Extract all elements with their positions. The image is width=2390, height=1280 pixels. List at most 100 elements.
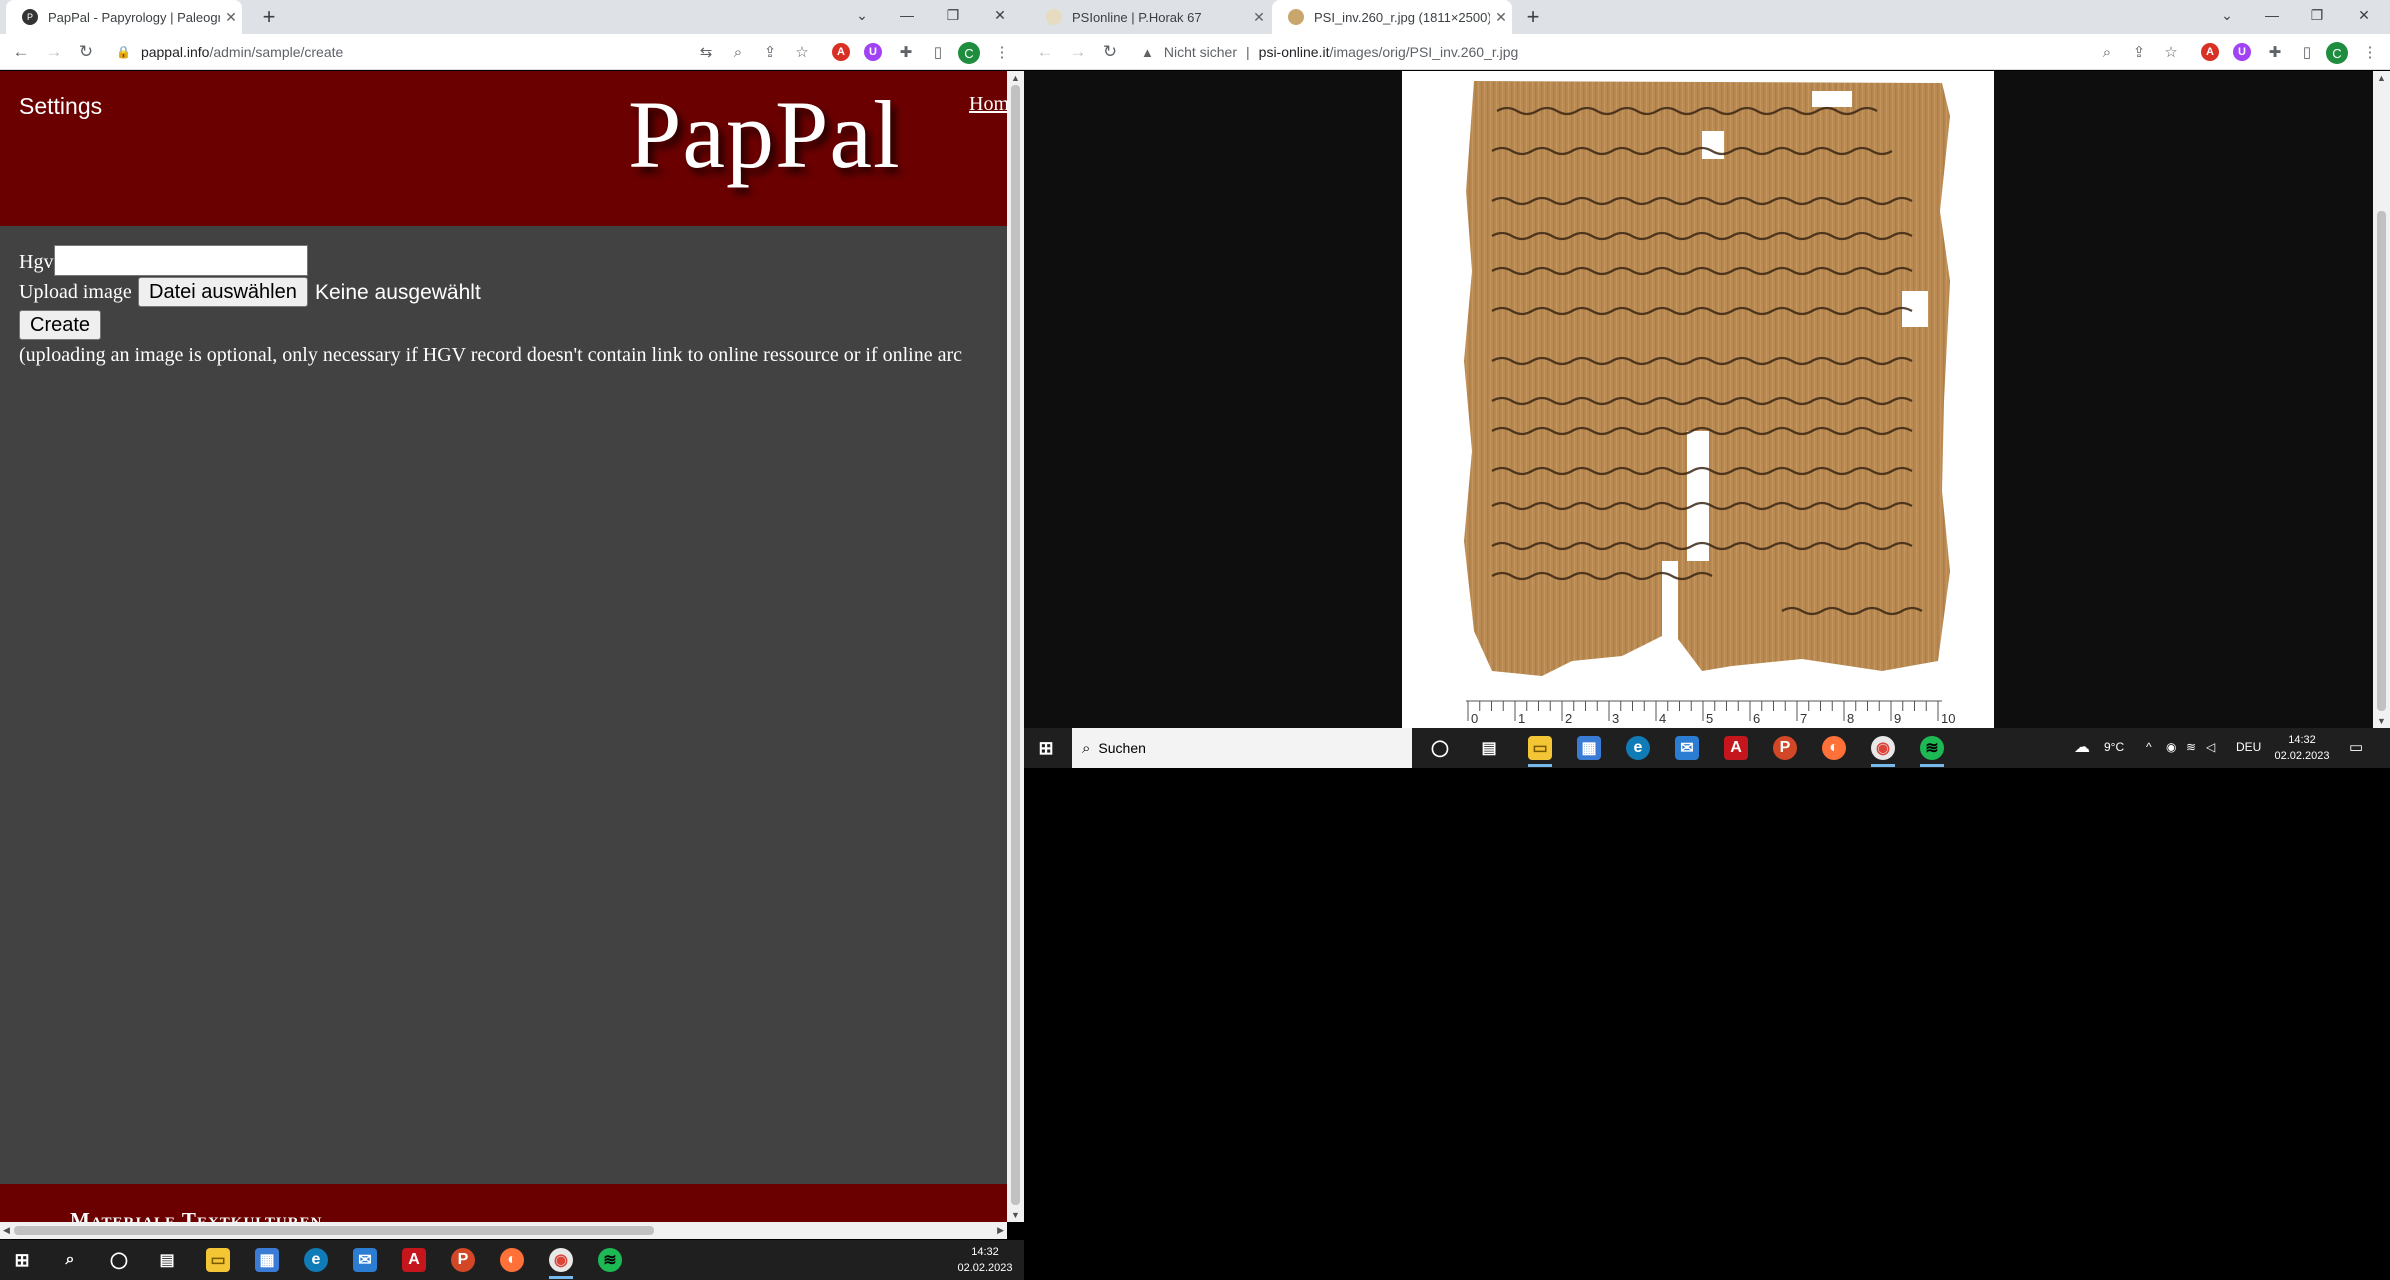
- horizontal-scrollbar[interactable]: ◀ ▶: [0, 1222, 1007, 1239]
- wifi-icon[interactable]: ≋: [2186, 740, 2196, 754]
- extension-purple-icon[interactable]: U: [864, 43, 882, 61]
- powerpoint-icon[interactable]: P: [451, 1248, 475, 1272]
- scroll-down-icon[interactable]: ▼: [2377, 716, 2386, 726]
- right-toolbar: ← → ↻ ▲ Nicht sicher | psi-online.it/ima…: [1024, 34, 2390, 70]
- language-indicator[interactable]: DEU: [2236, 740, 2261, 754]
- new-tab-button[interactable]: +: [255, 4, 283, 30]
- powerpoint-icon[interactable]: P: [1773, 736, 1797, 760]
- extensions-puzzle-icon[interactable]: ✚: [2265, 42, 2285, 62]
- pappal-logo[interactable]: PapPal: [628, 79, 901, 190]
- firefox-icon[interactable]: ◐: [1822, 736, 1846, 760]
- horizontal-scroll-thumb[interactable]: [14, 1226, 654, 1235]
- taskbar-search-box[interactable]: ⌕ Suchen: [1072, 728, 1412, 768]
- spotify-active-indicator: [1920, 764, 1944, 767]
- tab-search-button[interactable]: ⌄: [2207, 0, 2247, 30]
- papyrus-image[interactable]: 0 1 2 3 4 5 6 7 8 9 10: [1402, 71, 1994, 728]
- spotify-icon[interactable]: ≋: [598, 1248, 622, 1272]
- cortana-icon[interactable]: ◯: [107, 1248, 131, 1272]
- forward-button[interactable]: →: [38, 34, 70, 70]
- windows-start-icon[interactable]: ⊞: [10, 1248, 34, 1272]
- edge-icon[interactable]: e: [304, 1248, 328, 1272]
- clock[interactable]: 14:32 02.02.2023: [2272, 732, 2332, 764]
- task-view-icon[interactable]: ▤: [155, 1248, 179, 1272]
- restore-button[interactable]: ❐: [2297, 0, 2337, 30]
- tab-search-button[interactable]: ⌄: [842, 0, 882, 30]
- search-icon[interactable]: ⌕: [58, 1248, 82, 1272]
- bookmark-star-icon[interactable]: ☆: [792, 42, 812, 62]
- close-window-button[interactable]: ✕: [980, 0, 1020, 30]
- translate-icon[interactable]: ⇆: [696, 42, 716, 62]
- task-view-icon[interactable]: ▤: [1477, 736, 1501, 760]
- right-vertical-scrollbar[interactable]: ▲ ▼: [2373, 71, 2390, 728]
- tray-chevron-icon[interactable]: ^: [2146, 740, 2152, 754]
- extension-red-icon[interactable]: A: [2201, 43, 2219, 61]
- close-window-button[interactable]: ✕: [2344, 0, 2384, 30]
- reload-button[interactable]: ↻: [70, 34, 102, 70]
- vertical-scroll-thumb[interactable]: [2377, 211, 2386, 711]
- firefox-icon[interactable]: ◐: [500, 1248, 524, 1272]
- file-explorer-icon[interactable]: ▭: [1528, 736, 1552, 760]
- back-button[interactable]: ←: [5, 34, 37, 70]
- tab-psionline[interactable]: PSIonline | P.Horak 67 ✕: [1030, 0, 1270, 34]
- zoom-icon[interactable]: ⌕: [2097, 42, 2117, 62]
- restore-button[interactable]: ❐: [933, 0, 973, 30]
- new-tab-button[interactable]: +: [1519, 4, 1547, 30]
- zoom-icon[interactable]: ⌕: [728, 42, 748, 62]
- close-tab-icon[interactable]: ✕: [220, 9, 242, 26]
- hgv-input[interactable]: [54, 245, 308, 276]
- address-bar[interactable]: ▲ Nicht sicher | psi-online.it/images/or…: [1141, 34, 1518, 70]
- file-explorer-icon[interactable]: ▭: [206, 1248, 230, 1272]
- menu-kebab-icon[interactable]: ⋮: [2360, 42, 2380, 62]
- profile-avatar[interactable]: C: [2326, 42, 2348, 64]
- side-panel-icon[interactable]: ▯: [928, 42, 948, 62]
- edge-icon[interactable]: e: [1626, 736, 1650, 760]
- close-tab-icon[interactable]: ✕: [1490, 9, 1512, 26]
- vertical-scrollbar[interactable]: ▲ ▼: [1007, 71, 1024, 1222]
- vertical-scroll-thumb[interactable]: [1011, 85, 1020, 1205]
- share-icon[interactable]: ⇪: [2129, 42, 2149, 62]
- cortana-icon[interactable]: ◯: [1428, 736, 1452, 760]
- notifications-icon[interactable]: ▭: [2349, 738, 2363, 756]
- tab-psi-image[interactable]: PSI_inv.260_r.jpg (1811×2500) ✕: [1272, 0, 1512, 34]
- network-icon[interactable]: ◉: [2166, 740, 2176, 754]
- weather-cloud-icon[interactable]: ☁: [2074, 737, 2090, 757]
- close-tab-icon[interactable]: ✕: [1248, 9, 1270, 26]
- choose-file-button[interactable]: Datei auswählen: [138, 277, 308, 307]
- forward-button[interactable]: →: [1062, 34, 1094, 70]
- tab-pappal[interactable]: P PapPal - Papyrology | Paleograph ✕: [6, 0, 242, 34]
- clock[interactable]: 14:32 02.02.2023: [955, 1244, 1015, 1276]
- profile-avatar[interactable]: C: [958, 42, 980, 64]
- back-button[interactable]: ←: [1029, 34, 1061, 70]
- address-bar[interactable]: 🔒 pappal.info/admin/sample/create: [116, 34, 343, 70]
- share-icon[interactable]: ⇪: [760, 42, 780, 62]
- minimize-button[interactable]: —: [2252, 0, 2292, 30]
- acrobat-icon[interactable]: A: [402, 1248, 426, 1272]
- scroll-up-icon[interactable]: ▲: [2377, 73, 2386, 83]
- scroll-up-icon[interactable]: ▲: [1011, 73, 1020, 83]
- reload-button[interactable]: ↻: [1094, 34, 1126, 70]
- volume-icon[interactable]: ◁: [2206, 740, 2215, 754]
- chrome-icon[interactable]: ◉: [549, 1248, 573, 1272]
- scroll-down-icon[interactable]: ▼: [1011, 1210, 1020, 1220]
- mail-icon[interactable]: ✉: [353, 1248, 377, 1272]
- acrobat-icon[interactable]: A: [1724, 736, 1748, 760]
- scroll-right-icon[interactable]: ▶: [997, 1225, 1004, 1236]
- home-link[interactable]: Hom: [969, 93, 1009, 116]
- menu-kebab-icon[interactable]: ⋮: [992, 42, 1012, 62]
- scroll-left-icon[interactable]: ◀: [3, 1225, 10, 1236]
- extensions-puzzle-icon[interactable]: ✚: [896, 42, 916, 62]
- spotify-icon[interactable]: ≋: [1920, 736, 1944, 760]
- store-icon[interactable]: ▦: [1577, 736, 1601, 760]
- create-button[interactable]: Create: [19, 310, 102, 340]
- minimize-button[interactable]: —: [887, 0, 927, 30]
- mail-icon[interactable]: ✉: [1675, 736, 1699, 760]
- chrome-icon[interactable]: ◉: [1871, 736, 1895, 760]
- temperature[interactable]: 9°C: [2104, 740, 2124, 754]
- store-icon[interactable]: ▦: [255, 1248, 279, 1272]
- settings-link[interactable]: Settings: [19, 93, 102, 120]
- bookmark-star-icon[interactable]: ☆: [2161, 42, 2181, 62]
- windows-start-icon[interactable]: ⊞: [1034, 736, 1058, 760]
- extension-purple-icon[interactable]: U: [2233, 43, 2251, 61]
- extension-red-icon[interactable]: A: [832, 43, 850, 61]
- side-panel-icon[interactable]: ▯: [2297, 42, 2317, 62]
